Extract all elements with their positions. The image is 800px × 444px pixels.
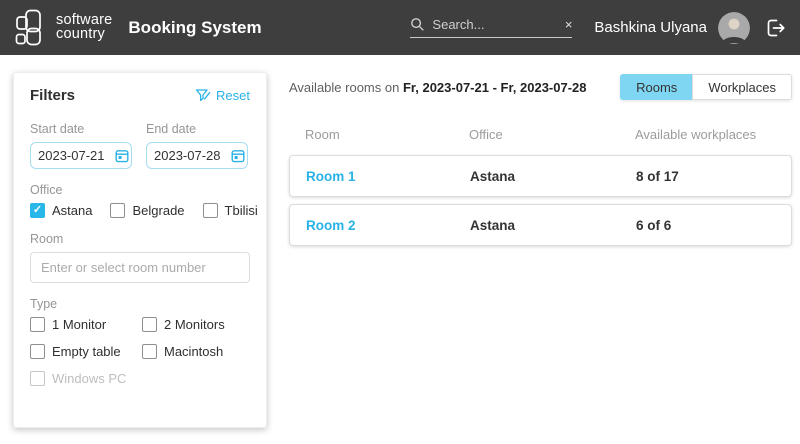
available-workplaces-cell: 6 of 6 xyxy=(636,218,775,233)
column-header-available-workplaces: Available workplaces xyxy=(635,127,776,142)
table-row[interactable]: Room 2 Astana 6 of 6 xyxy=(289,204,792,246)
checkbox-type-windows-pc: Windows PC xyxy=(30,371,142,386)
logo-text: software country xyxy=(56,14,112,41)
filters-panel: Filters Reset Start date xyxy=(13,72,267,428)
search-icon xyxy=(410,17,425,32)
view-toggle: Rooms Workplaces xyxy=(620,74,792,100)
checkbox-office-belgrade[interactable]: Belgrade xyxy=(110,203,184,218)
main-area: Available rooms on Fr, 2023-07-21 - Fr, … xyxy=(289,74,792,253)
reset-filters-button[interactable]: Reset xyxy=(195,88,250,103)
tab-workplaces[interactable]: Workplaces xyxy=(692,74,792,100)
end-date-label: End date xyxy=(146,122,248,136)
room-input[interactable] xyxy=(30,252,250,283)
checkbox-icon[interactable] xyxy=(30,317,45,332)
checkbox-type-1-monitor[interactable]: 1 Monitor xyxy=(30,317,142,332)
table-row[interactable]: Room 1 Astana 8 of 17 xyxy=(289,155,792,197)
availability-date-range: Fr, 2023-07-21 - Fr, 2023-07-28 xyxy=(403,80,587,95)
checkbox-office-astana[interactable]: Astana xyxy=(30,203,92,218)
office-label: Office xyxy=(30,183,250,197)
type-label: Type xyxy=(30,297,250,311)
end-date-value[interactable] xyxy=(154,148,226,163)
logout-icon[interactable] xyxy=(764,17,786,39)
start-date-value[interactable] xyxy=(38,148,110,163)
available-workplaces-cell: 8 of 17 xyxy=(636,169,775,184)
checkbox-type-2-monitors[interactable]: 2 Monitors xyxy=(142,317,250,332)
start-date-input[interactable] xyxy=(30,142,132,169)
table-header-row: Room Office Available workplaces xyxy=(289,127,792,142)
room-link[interactable]: Room 1 xyxy=(306,169,470,184)
checkbox-checked-icon[interactable] xyxy=(30,203,45,218)
calendar-icon[interactable] xyxy=(115,149,129,163)
page-title: Booking System xyxy=(128,18,261,38)
search-input[interactable] xyxy=(432,17,557,32)
app-header: software country Booking System × Bashki… xyxy=(0,0,800,55)
logo-icon xyxy=(14,8,50,48)
column-header-office: Office xyxy=(469,127,635,142)
room-link[interactable]: Room 2 xyxy=(306,218,470,233)
availability-text: Available rooms on Fr, 2023-07-21 - Fr, … xyxy=(289,80,587,95)
tab-rooms[interactable]: Rooms xyxy=(620,74,692,100)
checkbox-type-macintosh[interactable]: Macintosh xyxy=(142,344,250,359)
checkbox-office-tbilisi[interactable]: Tbilisi xyxy=(203,203,258,218)
checkbox-icon[interactable] xyxy=(203,203,218,218)
column-header-room: Room xyxy=(305,127,469,142)
checkbox-icon[interactable] xyxy=(110,203,125,218)
search-clear-icon[interactable]: × xyxy=(565,18,573,31)
filter-reset-icon xyxy=(195,88,211,103)
checkbox-icon[interactable] xyxy=(142,317,157,332)
avatar[interactable] xyxy=(718,12,750,44)
room-label: Room xyxy=(30,232,250,246)
checkbox-icon-disabled xyxy=(30,371,45,386)
office-cell: Astana xyxy=(470,169,636,184)
checkbox-icon[interactable] xyxy=(30,344,45,359)
company-logo: software country xyxy=(14,8,112,48)
filters-title: Filters xyxy=(30,87,75,104)
checkbox-icon[interactable] xyxy=(142,344,157,359)
office-cell: Astana xyxy=(470,218,636,233)
user-name[interactable]: Bashkina Ulyana xyxy=(594,19,707,36)
checkbox-type-empty-table[interactable]: Empty table xyxy=(30,344,142,359)
calendar-icon[interactable] xyxy=(231,149,245,163)
end-date-input[interactable] xyxy=(146,142,248,169)
start-date-label: Start date xyxy=(30,122,132,136)
search-box[interactable]: × xyxy=(410,17,572,38)
